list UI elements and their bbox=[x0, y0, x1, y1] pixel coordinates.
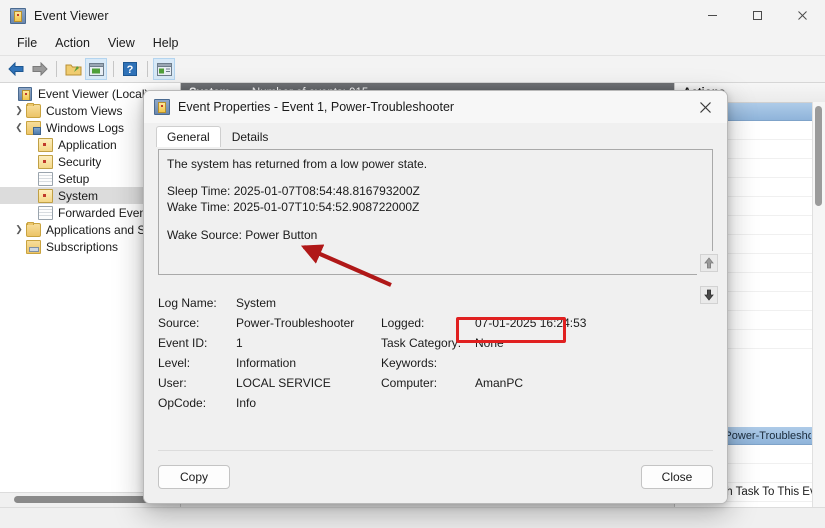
field-value-blank bbox=[469, 393, 713, 413]
scrollbar-thumb[interactable] bbox=[815, 106, 822, 206]
field-value-event-id: 1 bbox=[236, 333, 381, 353]
event-properties-dialog: Event Properties - Event 1, Power-Troubl… bbox=[143, 90, 728, 504]
tree-node-label: System bbox=[58, 189, 98, 203]
event-fields-grid: Log Name: System Source: Power-Troublesh… bbox=[158, 293, 713, 413]
event-viewer-icon bbox=[154, 99, 170, 115]
event-viewer-icon bbox=[18, 87, 33, 101]
dialog-footer: Copy Close bbox=[144, 451, 727, 503]
minimize-icon[interactable] bbox=[690, 0, 735, 31]
field-label-level: Level: bbox=[158, 353, 236, 373]
dialog-title: Event Properties - Event 1, Power-Troubl… bbox=[178, 100, 454, 114]
logs-folder-icon bbox=[26, 121, 41, 135]
tree-node-label: Custom Views bbox=[46, 104, 122, 118]
actions-vertical-scrollbar[interactable] bbox=[812, 102, 825, 507]
maximize-icon[interactable] bbox=[735, 0, 780, 31]
event-viewer-icon bbox=[10, 8, 26, 24]
toolbar: ? bbox=[0, 56, 825, 83]
tree-node-label: Security bbox=[58, 155, 101, 169]
toolbar-separator bbox=[56, 61, 57, 77]
tree-node-label: Setup bbox=[58, 172, 89, 186]
close-button[interactable]: Close bbox=[641, 465, 713, 489]
tree-node-label: Event Viewer (Local) bbox=[38, 87, 149, 101]
log-event-icon bbox=[38, 155, 53, 169]
up-folder-icon[interactable] bbox=[62, 58, 84, 80]
field-value-logged-spacer bbox=[469, 293, 713, 313]
tree-node-label: Forwarded Events bbox=[58, 206, 155, 220]
toolbar-separator-2 bbox=[113, 61, 114, 77]
field-value-keywords bbox=[469, 353, 713, 373]
menu-item-file[interactable]: File bbox=[8, 34, 46, 52]
toolbar-separator-3 bbox=[147, 61, 148, 77]
close-icon[interactable] bbox=[780, 0, 825, 31]
menu-item-action[interactable]: Action bbox=[46, 34, 99, 52]
dialog-footer-separator bbox=[158, 450, 713, 451]
dialog-event-nav bbox=[697, 251, 721, 307]
dialog-titlebar: Event Properties - Event 1, Power-Troubl… bbox=[144, 91, 727, 123]
status-bar bbox=[0, 507, 825, 528]
field-label-opcode: OpCode: bbox=[158, 393, 236, 413]
field-label-task-category: Task Category: bbox=[381, 333, 469, 353]
folder-icon bbox=[26, 104, 41, 118]
field-value-logged: 07-01-2025 16:24:53 bbox=[469, 313, 713, 333]
event-description-box: The system has returned from a low power… bbox=[158, 149, 713, 275]
tab-general[interactable]: General bbox=[156, 126, 221, 148]
show-hide-console-tree-icon[interactable] bbox=[85, 58, 107, 80]
field-label-logged-text: Logged: bbox=[381, 313, 469, 333]
field-value-source: Power-Troubleshooter bbox=[236, 313, 381, 333]
log-icon bbox=[38, 206, 53, 220]
description-line-wake-time: Wake Time: 2025-01-07T10:54:52.908722000… bbox=[167, 199, 704, 215]
chevron-right-icon[interactable]: ❯ bbox=[12, 225, 26, 234]
field-value-level: Information bbox=[236, 353, 381, 373]
field-label-keywords: Keywords: bbox=[381, 353, 469, 373]
field-label-blank bbox=[381, 393, 469, 413]
tree-node-label: Windows Logs bbox=[46, 121, 124, 135]
tree-node-label: Application bbox=[58, 138, 117, 152]
log-event-icon bbox=[38, 138, 53, 152]
scrollbar-thumb[interactable] bbox=[14, 496, 154, 503]
nav-up-arrow-icon[interactable] bbox=[697, 251, 721, 275]
dialog-body: The system has returned from a low power… bbox=[144, 147, 727, 451]
tree-node-label: Subscriptions bbox=[46, 240, 118, 254]
window-titlebar: Event Viewer bbox=[0, 0, 825, 31]
copy-button[interactable]: Copy bbox=[158, 465, 230, 489]
field-value-user: LOCAL SERVICE bbox=[236, 373, 381, 393]
description-spacer-2 bbox=[167, 216, 704, 227]
back-arrow-icon[interactable] bbox=[5, 58, 27, 80]
dialog-tabs: General Details bbox=[144, 123, 727, 147]
folder-icon bbox=[26, 223, 41, 237]
chevron-right-icon[interactable]: ❯ bbox=[12, 106, 26, 115]
nav-down-arrow-icon[interactable] bbox=[697, 283, 721, 307]
properties-icon[interactable] bbox=[153, 58, 175, 80]
subscriptions-icon bbox=[26, 240, 41, 254]
chevron-down-icon[interactable]: ❮ bbox=[12, 123, 26, 132]
field-value-log-name: System bbox=[236, 293, 381, 313]
field-value-computer: AmanPC bbox=[469, 373, 713, 393]
description-line-wake-source: Wake Source: Power Button bbox=[167, 227, 704, 243]
menu-item-view[interactable]: View bbox=[99, 34, 144, 52]
field-label-source: Source: bbox=[158, 313, 236, 333]
field-label-computer: Computer: bbox=[381, 373, 469, 393]
description-line-summary: The system has returned from a low power… bbox=[167, 156, 704, 172]
menu-bar: File Action View Help bbox=[0, 31, 825, 56]
window-controls bbox=[690, 0, 825, 31]
field-label-event-id: Event ID: bbox=[158, 333, 236, 353]
field-label-logged bbox=[381, 293, 469, 313]
tab-details[interactable]: Details bbox=[221, 126, 280, 148]
description-spacer bbox=[167, 172, 704, 183]
description-line-sleep-time: Sleep Time: 2025-01-07T08:54:48.81679320… bbox=[167, 183, 704, 199]
field-value-opcode: Info bbox=[236, 393, 381, 413]
forward-arrow-icon[interactable] bbox=[28, 58, 50, 80]
menu-item-help[interactable]: Help bbox=[144, 34, 188, 52]
field-label-log-name: Log Name: bbox=[158, 293, 236, 313]
log-event-icon bbox=[38, 189, 53, 203]
log-icon bbox=[38, 172, 53, 186]
field-label-user: User: bbox=[158, 373, 236, 393]
window-title: Event Viewer bbox=[34, 9, 109, 23]
close-icon[interactable] bbox=[683, 91, 727, 123]
svg-text:?: ? bbox=[127, 64, 134, 76]
help-icon[interactable]: ? bbox=[119, 58, 141, 80]
field-value-task-category: None bbox=[469, 333, 713, 353]
